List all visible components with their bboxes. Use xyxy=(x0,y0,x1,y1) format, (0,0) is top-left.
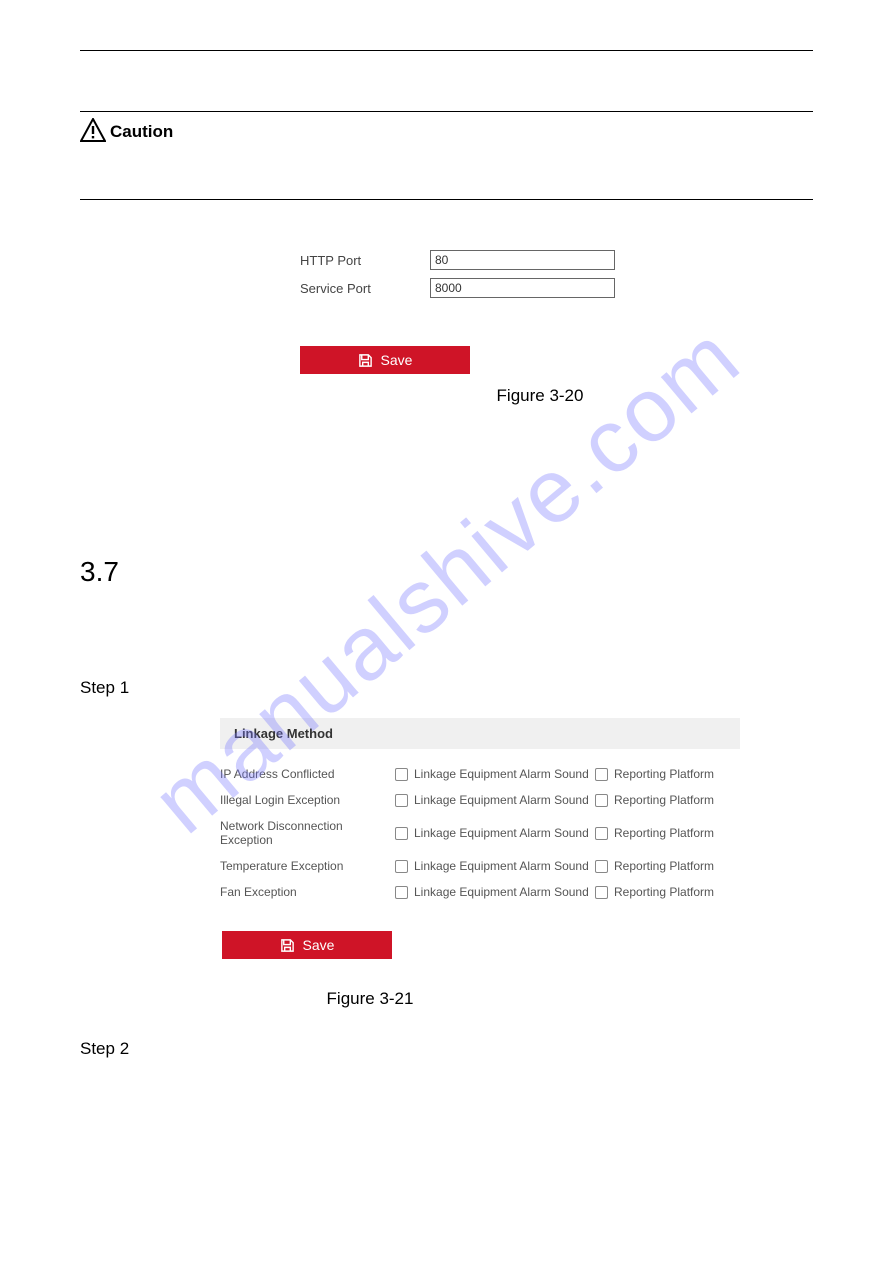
linkage-opt2-label: Reporting Platform xyxy=(614,767,714,781)
http-port-label: HTTP Port xyxy=(300,253,430,268)
divider-caution-bottom xyxy=(80,199,813,200)
divider-top xyxy=(80,50,813,51)
checkbox-reporting-platform[interactable] xyxy=(595,794,608,807)
checkbox-alarm-sound[interactable] xyxy=(395,860,408,873)
checkbox-alarm-sound[interactable] xyxy=(395,768,408,781)
linkage-opt1-label: Linkage Equipment Alarm Sound xyxy=(414,826,589,840)
linkage-row: Network Disconnection Exception Linkage E… xyxy=(220,819,740,847)
linkage-opt2-label: Reporting Platform xyxy=(614,859,714,873)
linkage-exception-name: IP Address Conflicted xyxy=(220,767,395,781)
warning-icon xyxy=(80,118,106,142)
linkage-opt2-label: Reporting Platform xyxy=(614,793,714,807)
http-port-input[interactable] xyxy=(430,250,615,270)
save-button-ports[interactable]: Save xyxy=(300,346,470,374)
save-button-label: Save xyxy=(303,937,335,953)
linkage-exception-name: Illegal Login Exception xyxy=(220,793,395,807)
checkbox-reporting-platform[interactable] xyxy=(595,860,608,873)
save-icon xyxy=(358,353,373,368)
step-2-label: Step 2 xyxy=(80,1039,813,1059)
service-port-input[interactable] xyxy=(430,278,615,298)
figure-caption-321: Figure 3-21 xyxy=(220,989,520,1009)
figure-caption-320: Figure 3-20 xyxy=(300,386,780,406)
linkage-exception-name: Network Disconnection Exception xyxy=(220,819,395,847)
linkage-row: Fan Exception Linkage Equipment Alarm Sou… xyxy=(220,885,740,899)
checkbox-alarm-sound[interactable] xyxy=(395,886,408,899)
save-button-linkage[interactable]: Save xyxy=(222,931,392,959)
linkage-exception-name: Fan Exception xyxy=(220,885,395,899)
linkage-opt2-label: Reporting Platform xyxy=(614,826,714,840)
linkage-opt1-label: Linkage Equipment Alarm Sound xyxy=(414,793,589,807)
linkage-opt1-label: Linkage Equipment Alarm Sound xyxy=(414,885,589,899)
checkbox-reporting-platform[interactable] xyxy=(595,886,608,899)
checkbox-reporting-platform[interactable] xyxy=(595,768,608,781)
service-port-label: Service Port xyxy=(300,281,430,296)
caution-label: Caution xyxy=(110,122,173,142)
linkage-opt1-label: Linkage Equipment Alarm Sound xyxy=(414,859,589,873)
linkage-row: Temperature Exception Linkage Equipment A… xyxy=(220,859,740,873)
save-button-label: Save xyxy=(381,352,413,368)
linkage-opt1-label: Linkage Equipment Alarm Sound xyxy=(414,767,589,781)
linkage-row: IP Address Conflicted Linkage Equipment A… xyxy=(220,767,740,781)
checkbox-alarm-sound[interactable] xyxy=(395,794,408,807)
linkage-method-header: Linkage Method xyxy=(220,718,740,749)
section-number: 3.7 xyxy=(80,556,813,588)
step-1-label: Step 1 xyxy=(80,678,813,698)
checkbox-alarm-sound[interactable] xyxy=(395,827,408,840)
linkage-opt2-label: Reporting Platform xyxy=(614,885,714,899)
checkbox-reporting-platform[interactable] xyxy=(595,827,608,840)
linkage-exception-name: Temperature Exception xyxy=(220,859,395,873)
save-icon xyxy=(280,938,295,953)
linkage-row: Illegal Login Exception Linkage Equipment… xyxy=(220,793,740,807)
caution-header: Caution xyxy=(80,112,813,144)
